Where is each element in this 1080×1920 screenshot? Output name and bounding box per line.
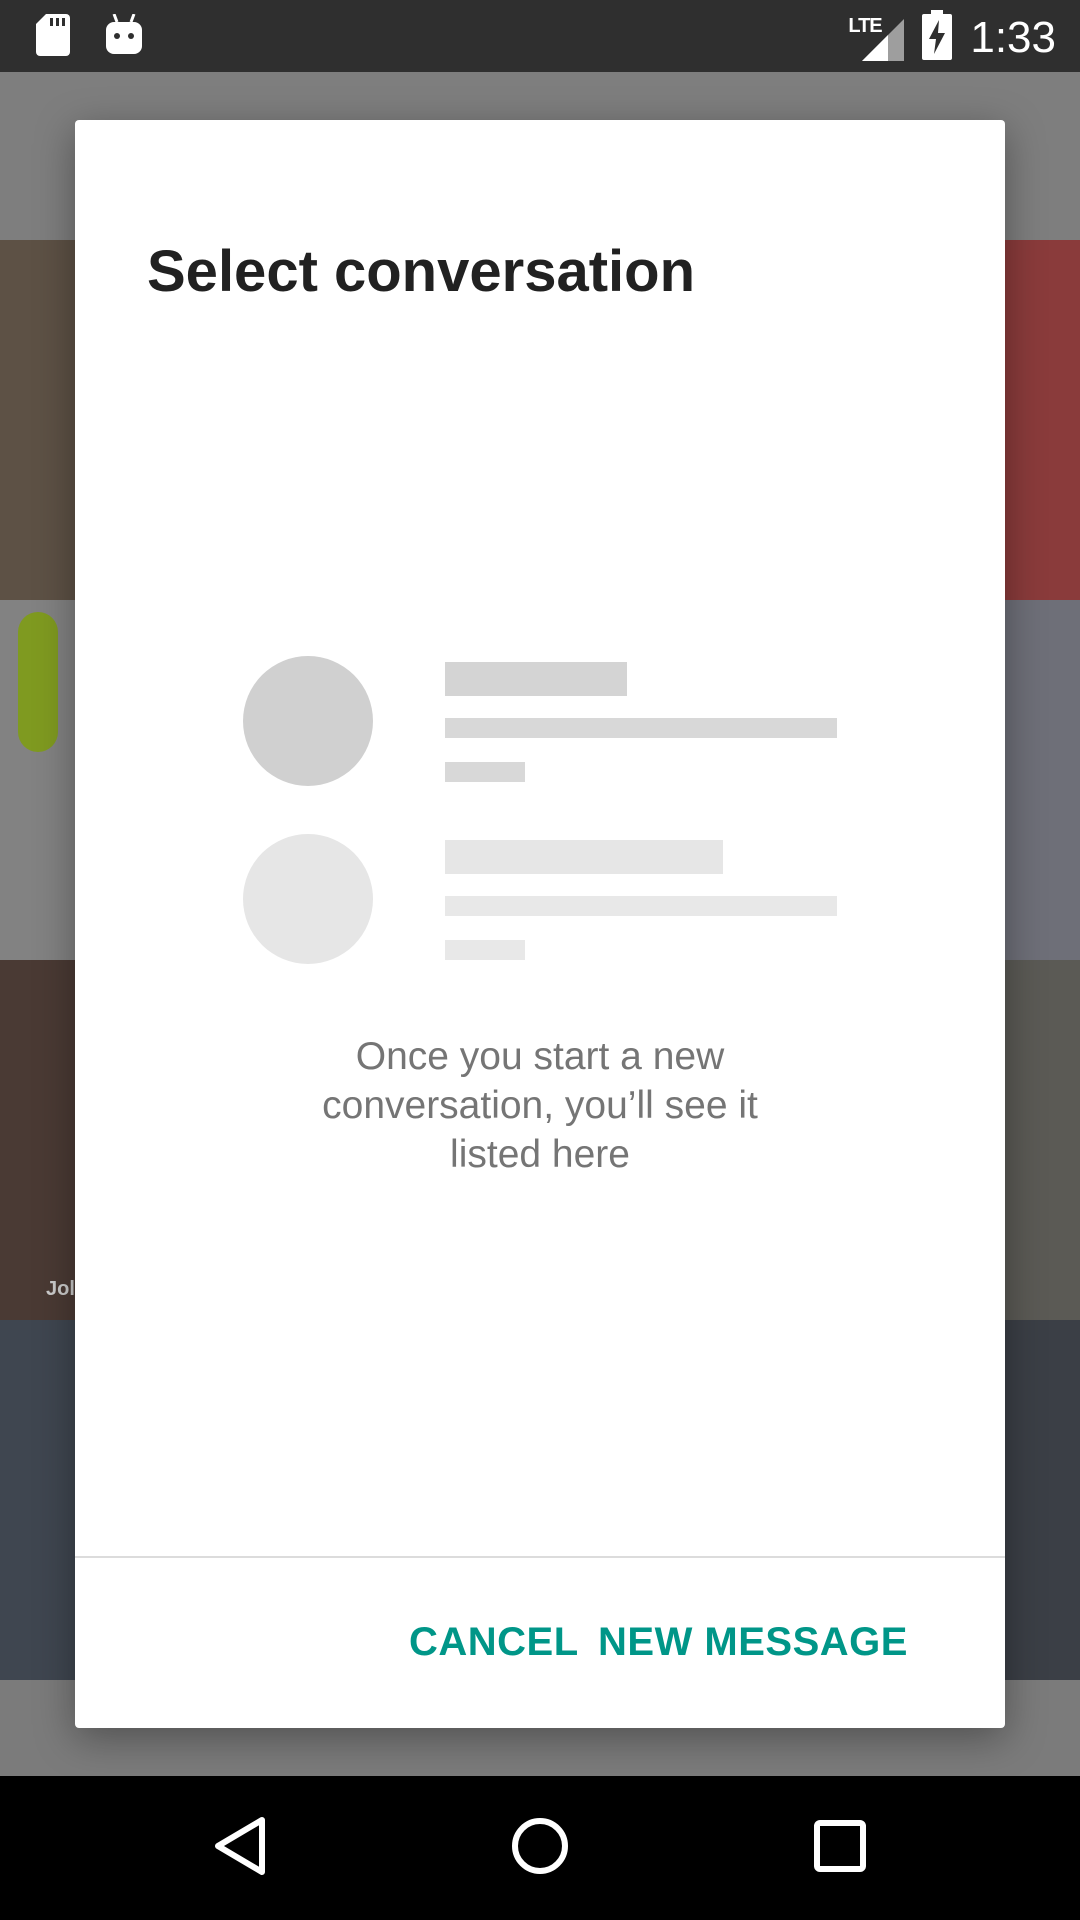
background-tile xyxy=(1000,600,1080,960)
new-message-button[interactable]: NEW MESSAGE xyxy=(598,1620,908,1665)
background-caption: Jol xyxy=(46,1278,75,1300)
placeholder-line xyxy=(445,662,627,696)
dialog-divider xyxy=(75,1556,1005,1558)
placeholder-avatar xyxy=(243,834,373,964)
android-debug-icon xyxy=(106,13,142,61)
home-icon xyxy=(510,1816,570,1881)
background-tile xyxy=(18,612,58,752)
placeholder-line xyxy=(445,762,525,782)
home-button[interactable] xyxy=(450,1776,630,1920)
placeholder-avatar xyxy=(243,656,373,786)
recents-icon xyxy=(813,1819,867,1878)
background-tile xyxy=(0,1320,80,1680)
dialog-title: Select conversation xyxy=(147,238,695,304)
cancel-button[interactable]: CANCEL xyxy=(409,1620,579,1665)
background-tile xyxy=(1000,240,1080,600)
back-icon xyxy=(212,1816,268,1881)
select-conversation-dialog: Select conversation Once you start a new… xyxy=(75,120,1005,1728)
placeholder-line xyxy=(445,940,525,960)
battery-charging-icon xyxy=(922,10,953,65)
background-tile xyxy=(0,960,80,1320)
navigation-bar xyxy=(0,1776,1080,1920)
recents-button[interactable] xyxy=(750,1776,930,1920)
sd-card-icon xyxy=(36,14,70,61)
placeholder-line xyxy=(445,840,723,874)
placeholder-line xyxy=(445,718,837,738)
signal-icon: LTE xyxy=(848,13,905,63)
back-button[interactable] xyxy=(150,1776,330,1920)
placeholder-line xyxy=(445,896,837,916)
background-tile xyxy=(1000,960,1080,1320)
background-tile xyxy=(1000,1320,1080,1680)
background-tile xyxy=(0,240,80,600)
clock: 1:33 xyxy=(970,12,1056,62)
status-bar: LTE 1:33 xyxy=(0,0,1080,72)
empty-state-message: Once you start a new conversation, you’l… xyxy=(322,1035,758,1176)
